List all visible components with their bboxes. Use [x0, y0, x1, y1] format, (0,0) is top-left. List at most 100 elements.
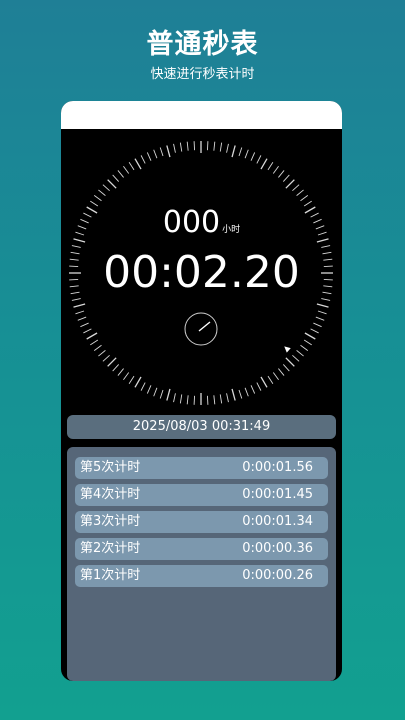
dial-tick	[267, 375, 274, 384]
lap-time: 0:00:01.34	[242, 514, 313, 529]
dial-tick	[310, 328, 319, 334]
seconds-pointer-icon	[284, 346, 291, 353]
dial-tick	[146, 152, 152, 161]
dial-tick	[117, 368, 124, 376]
dial-tick	[186, 141, 189, 151]
lap-time: 0:00:01.56	[242, 460, 313, 475]
dial-tick	[292, 354, 300, 362]
dial-tick	[296, 350, 304, 357]
dial-tick	[102, 184, 110, 192]
dial-tick	[244, 387, 249, 397]
dial-tick	[102, 354, 110, 362]
dial-tick	[238, 389, 243, 399]
dial-tick	[238, 147, 243, 157]
dial-tick	[153, 149, 158, 159]
dial-tick	[173, 393, 176, 403]
hours-value: 000	[162, 205, 221, 240]
dial-tick	[278, 368, 285, 376]
dial-tick	[71, 298, 81, 301]
dial-tick	[231, 145, 236, 158]
lap-label: 第5次计时	[80, 460, 141, 475]
dial-tick	[267, 162, 274, 171]
dial-tick	[213, 141, 216, 151]
dial-tick	[86, 332, 98, 340]
dial-tick	[285, 179, 295, 189]
dial-tick	[316, 303, 329, 308]
dial-tick	[159, 389, 164, 399]
dial-tick	[300, 195, 309, 202]
lap-item: 第1次计时 0:00:00.26	[75, 565, 328, 587]
dial-tick	[128, 162, 135, 171]
lap-item: 第2次计时 0:00:00.36	[75, 538, 328, 560]
phone-preview: 000 小时 00:02.20 2025/08/03 00:31:49 第5次计时…	[61, 101, 342, 681]
dial-tick	[226, 393, 229, 403]
dial-tick	[98, 350, 106, 357]
dial-tick	[304, 332, 316, 340]
dial-tick	[107, 179, 117, 189]
dial-tick	[134, 376, 142, 388]
dial-tick	[140, 155, 146, 164]
dial-tick	[140, 382, 146, 391]
dial-tick	[256, 155, 262, 164]
dial-tick	[256, 382, 262, 391]
dial-tick	[134, 158, 142, 170]
page-subtitle: 快速进行秒表计时	[150, 67, 255, 82]
dial-tick	[296, 189, 304, 196]
dial-tick	[272, 372, 279, 381]
dial-tick	[260, 158, 268, 170]
lap-item: 第4次计时 0:00:01.45	[75, 484, 328, 506]
lap-time: 0:00:00.36	[242, 541, 313, 556]
dial-tick	[83, 328, 92, 334]
dial-tick	[213, 395, 216, 405]
dial-tick	[90, 339, 99, 346]
dial-tick	[73, 303, 86, 308]
lap-label: 第2次计时	[80, 541, 141, 556]
dial-tick	[303, 339, 312, 346]
dial-tick	[93, 344, 102, 351]
dial-tick	[98, 189, 106, 196]
dial-tick	[219, 394, 223, 404]
dial-tick	[77, 316, 87, 321]
dial-tick	[219, 142, 223, 152]
lap-list: 第5次计时 0:00:01.56 第4次计时 0:00:01.45 第3次计时 …	[67, 447, 336, 681]
dial-tick	[226, 143, 229, 153]
dial-tick	[146, 385, 152, 394]
dial-tick	[292, 184, 300, 192]
dial-tick	[231, 388, 236, 401]
dial-tick	[112, 364, 120, 372]
dial-tick	[272, 165, 279, 174]
dial-tick	[173, 143, 176, 153]
dial-tick	[250, 152, 256, 161]
lap-item: 第3次计时 0:00:01.34	[75, 511, 328, 533]
dial-tick	[123, 165, 130, 174]
dial-tick	[179, 142, 183, 152]
dial-tick	[123, 372, 130, 381]
lap-time: 0:00:00.26	[242, 568, 313, 583]
lap-label: 第3次计时	[80, 514, 141, 529]
lap-label: 第4次计时	[80, 487, 141, 502]
elapsed-time: 00:02.20	[103, 247, 300, 298]
hours-display: 000 小时	[61, 205, 342, 240]
dial-tick	[186, 395, 189, 405]
dial-tick	[75, 310, 85, 315]
dial-tick	[321, 298, 331, 301]
hours-unit: 小时	[222, 225, 241, 235]
dial-tick	[300, 344, 309, 351]
dial-tick	[282, 174, 290, 182]
current-timestamp: 2025/08/03 00:31:49	[67, 415, 336, 439]
dial-tick	[179, 394, 183, 404]
dial-tick	[128, 375, 135, 384]
dial-tick	[260, 376, 268, 388]
dial-tick	[285, 357, 295, 367]
lap-time: 0:00:01.45	[242, 487, 313, 502]
dial-tick	[112, 174, 120, 182]
dial-tick	[159, 147, 164, 157]
dial-tick	[80, 322, 89, 328]
dial-tick	[282, 364, 290, 372]
dial-tick	[315, 316, 325, 321]
dial-tick	[313, 322, 322, 328]
dial-tick	[117, 170, 124, 178]
dial-tick	[93, 195, 102, 202]
dial-tick	[166, 388, 171, 401]
lap-label: 第1次计时	[80, 568, 141, 583]
